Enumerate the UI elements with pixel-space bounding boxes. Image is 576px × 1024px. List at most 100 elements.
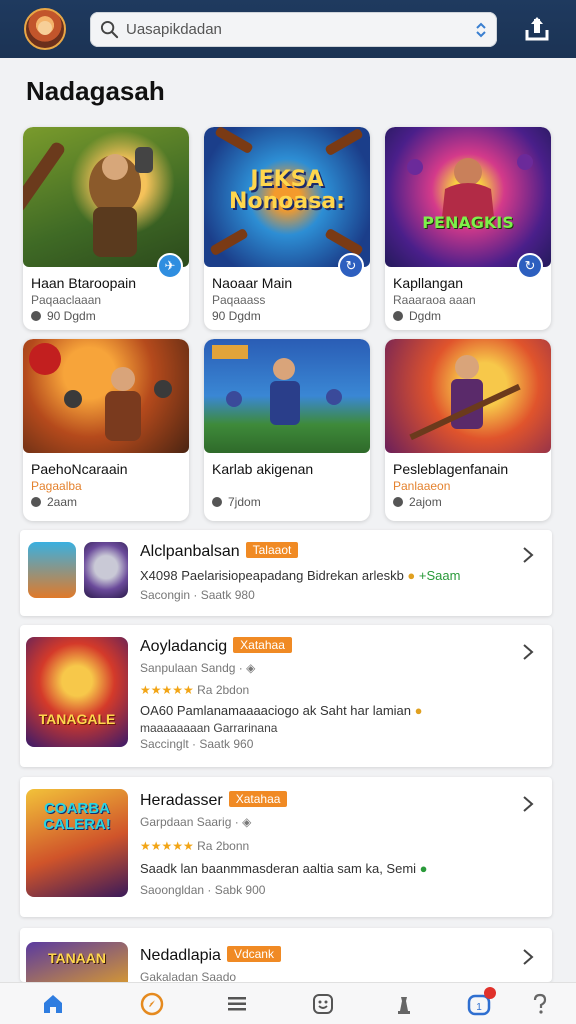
chess-piece-icon[interactable]: [391, 991, 417, 1017]
chevron-right-icon[interactable]: [522, 795, 534, 813]
game-art: [204, 339, 370, 453]
search-icon: [100, 20, 119, 39]
game-meta: 2ajom: [393, 495, 442, 509]
section-title: Nadagasah: [26, 76, 165, 106]
rating: ★★★★★ Ra 2bonn: [140, 839, 249, 853]
list-subtitle: Gakaladan Saado: [140, 970, 237, 982]
game-art: [23, 339, 189, 453]
game-meta: 7jdom: [212, 495, 261, 509]
clock-icon: [393, 497, 403, 507]
hero-art: [407, 154, 533, 227]
list-title-text: Nedadlapia: [140, 947, 221, 964]
list-title: Nedadlapia Vdcank: [140, 946, 281, 965]
game-meta-text: 90 Dgdm: [47, 309, 96, 323]
game-sub: Paqaaclaaan: [31, 293, 102, 307]
game-meta: Dgdm: [393, 309, 441, 323]
list-description: X4098 Paelarisiopeapadang Bidrekan arles…: [140, 568, 460, 583]
star-icons: ★★★★★: [140, 683, 194, 697]
emoji-icon: ●: [414, 703, 423, 718]
list-description-text: X4098 Paelarisiopeapadang Bidrekan arles…: [140, 568, 404, 583]
battle-art: [29, 343, 172, 441]
list-item[interactable]: Alclpanbalsan Talaaot X4098 Paelarisiopea…: [20, 530, 552, 616]
rating-text: Ra 2bdon: [197, 683, 250, 697]
list-description-text: Saadk lan baanmmasderan aaltia sam ka, S…: [140, 861, 417, 876]
game-card[interactable]: ✈ Haan Btaroopain Paqaaclaaan 90 Dgdm: [23, 127, 189, 330]
list-title-text: Aoyladancig: [140, 638, 228, 655]
game-card[interactable]: Pesleblagenfanain Panlaaeon 2ajom: [385, 339, 551, 521]
avatar-face: [38, 21, 52, 35]
game-meta: 2aam: [31, 495, 77, 509]
game-meta-text: 2aam: [47, 495, 78, 509]
game-card[interactable]: PENAGKIS ↻ Kapllangan Raaaraoa aaan Dgdm: [385, 127, 551, 330]
tag-icon: ◈: [246, 661, 256, 675]
plane-icon[interactable]: ✈: [157, 253, 183, 279]
game-art-title: PENAGKIS: [422, 213, 514, 232]
smiley-icon[interactable]: [310, 991, 336, 1017]
list-title: Heradasser Xatahaa: [140, 791, 288, 810]
clock-icon: [31, 497, 41, 507]
game-meta: 90 Dgdm: [212, 309, 261, 323]
game-thumbnail: [28, 542, 76, 598]
game-card[interactable]: Karlab akigenan 7jdom: [204, 339, 370, 521]
list-tag: Xatahaa: [228, 791, 288, 807]
chevron-right-icon[interactable]: [522, 948, 534, 966]
game-art: PENAGKIS: [385, 127, 551, 267]
list-item[interactable]: TANAAN Nedadlapia Vdcank Gakaladan Saado: [20, 928, 552, 982]
rating: ★★★★★ Ra 2bdon: [140, 683, 249, 697]
refresh-icon[interactable]: ↻: [338, 253, 364, 279]
list-title: Alclpanbalsan Talaaot: [140, 542, 299, 561]
game-sub: Paqaaass: [212, 293, 266, 307]
game-card[interactable]: JEKSA Nonoasa: ↻ Naoaar Main Paqaaass 90…: [204, 127, 370, 330]
svg-text:1: 1: [476, 1002, 482, 1013]
game-name: PaehoNcaraain: [31, 461, 128, 477]
list-subtitle: Sanpulaan Sandg · ◈: [140, 661, 255, 675]
game-name: Kapllangan: [393, 275, 464, 291]
game-card[interactable]: PaehoNcaraain Pagaalba 2aam: [23, 339, 189, 521]
game-art: [385, 339, 551, 453]
game-meta-text: 2ajom: [409, 495, 442, 509]
list-tag: Talaaot: [245, 542, 299, 558]
game-name: Naoaar Main: [212, 275, 293, 291]
game-sub: Pagaalba: [31, 479, 82, 493]
notification-button[interactable]: 1: [466, 987, 496, 1017]
game-name: Karlab akigenan: [212, 461, 314, 477]
list-title-text: Alclpanbalsan: [140, 543, 240, 560]
clock-icon: [31, 311, 41, 321]
search-placeholder: Uasapikdadan: [126, 21, 222, 38]
menu-icon[interactable]: [224, 991, 250, 1017]
game-thumbnail: [84, 542, 128, 598]
emoji-icon: ●: [419, 861, 428, 876]
upload-icon[interactable]: [522, 14, 552, 44]
tag-icon: ◈: [242, 815, 252, 829]
refresh-icon[interactable]: ↻: [517, 253, 543, 279]
game-sub: Raaaraoa aaan: [393, 293, 476, 307]
list-subtitle-text: Sanpulaan Sandg ·: [140, 661, 243, 675]
thumbnail-title: TANAGALE: [38, 711, 116, 727]
home-icon[interactable]: [40, 991, 66, 1017]
chevron-right-icon[interactable]: [522, 546, 534, 564]
clock-icon: [393, 311, 403, 321]
list-subtitle-text: Garpdaan Saarig ·: [140, 815, 239, 829]
compass-icon[interactable]: [139, 991, 165, 1017]
question-icon[interactable]: [527, 991, 553, 1017]
notification-dot: [484, 987, 496, 999]
list-title: Aoyladancig Xatahaa: [140, 637, 292, 656]
list-subtitle: Garpdaan Saarig · ◈: [140, 815, 251, 829]
search-bar[interactable]: Uasapikdadan: [90, 12, 497, 47]
list-meta: Saccinglt · Saatk 960: [140, 737, 254, 751]
game-art: JEKSA Nonoasa:: [204, 127, 370, 267]
hero-art: [212, 345, 342, 425]
list-description-text: OA60 Pamlanamaaaaciogo ak Saht har lamia…: [140, 703, 411, 718]
list-item[interactable]: TANAGALE Aoyladancig Xatahaa Sanpulaan Sa…: [20, 625, 552, 767]
chevron-right-icon[interactable]: [522, 643, 534, 661]
star-icons: ★★★★★: [140, 839, 194, 853]
rating-text: Ra 2bonn: [197, 839, 250, 853]
game-art: [23, 127, 189, 267]
list-description-suffix: +Saam: [418, 568, 461, 583]
game-name: Pesleblagenfanain: [393, 461, 509, 477]
list-item[interactable]: COARBA CALERA! Heradasser Xatahaa Garpdaa…: [20, 777, 552, 917]
game-thumbnail: TANAAN: [26, 942, 128, 982]
profile-avatar[interactable]: [24, 8, 66, 50]
warrior-art: [23, 142, 153, 257]
game-name: Haan Btaroopain: [31, 275, 137, 291]
